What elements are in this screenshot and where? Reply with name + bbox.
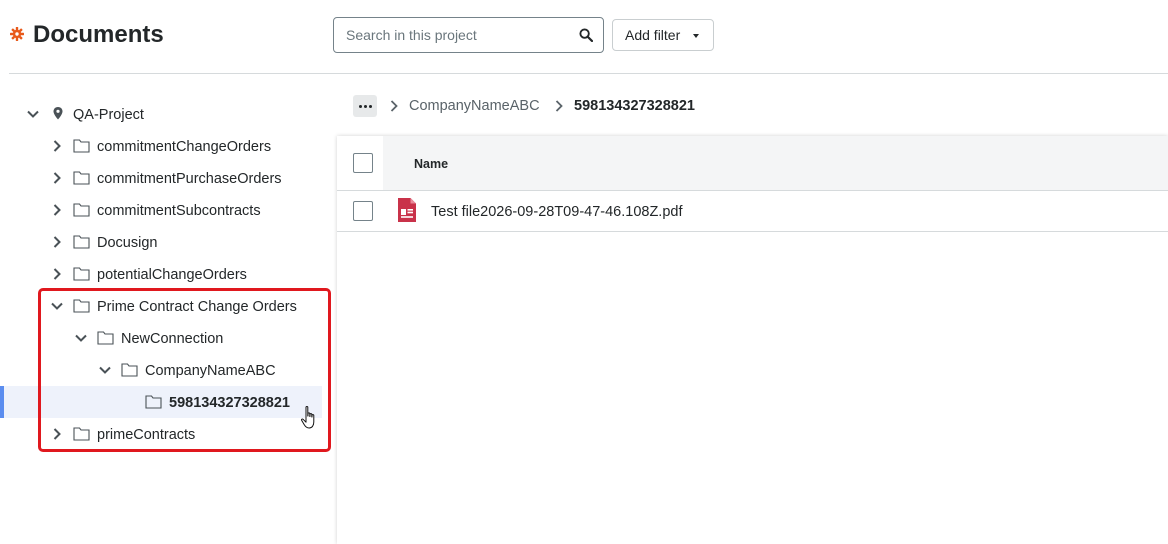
chevron-right-icon[interactable] [50,235,64,249]
tree-item-label: 598134327328821 [169,395,290,411]
hand-cursor-icon [300,405,315,429]
tree-item-commitment-subcontracts[interactable]: commitmentSubcontracts [0,194,322,226]
folder-icon [73,235,90,249]
chevron-right-icon[interactable] [50,171,64,185]
tree-item-label: Docusign [97,235,158,251]
search-icon[interactable] [579,28,593,42]
tree-item-label: commitmentChangeOrders [97,139,272,155]
column-header-name[interactable]: Name [414,156,448,172]
table-row[interactable]: Test file2026-09-28T09-47-46.108Z.pdf [337,191,1168,232]
tree-item-docusign[interactable]: Docusign [0,226,322,258]
chevron-right-icon[interactable] [50,267,64,281]
breadcrumb-current: 598134327328821 [574,98,695,114]
folder-icon [73,427,90,441]
breadcrumb-parent-link[interactable]: CompanyNameABC [409,97,540,115]
tree-item-label: primeContracts [97,427,196,443]
chevron-down-icon[interactable] [74,331,88,345]
chevron-right-icon[interactable] [50,203,64,217]
header-divider [9,73,1168,74]
folder-icon [73,203,90,217]
chevron-right-icon [390,100,398,112]
folder-icon [73,171,90,185]
select-all-checkbox[interactable] [353,153,373,173]
tree-item-company-name-abc[interactable]: CompanyNameABC [0,354,322,386]
chevron-down-icon[interactable] [98,363,112,377]
row-checkbox[interactable] [353,201,373,221]
tree-root-label: QA-Project [73,107,144,123]
folder-icon [97,331,114,345]
table-header: Name [337,136,1168,191]
selection-indicator [0,386,4,418]
tree-item-label: CompanyNameABC [145,363,276,379]
breadcrumb-more-button[interactable] [353,95,377,117]
tree-item-commitment-purchase-orders[interactable]: commitmentPurchaseOrders [0,162,322,194]
tree-item-label: potentialChangeOrders [97,267,247,283]
tree-item-label: NewConnection [121,331,224,347]
gear-logo-icon [10,27,24,41]
page-header: Documents Add filter [0,0,1168,72]
search-input[interactable] [346,18,571,52]
tree-item-598134327328821[interactable]: 598134327328821 [0,386,322,418]
pdf-file-icon [398,198,416,222]
tree-item-potential-change-orders[interactable]: potentialChangeOrders [0,258,322,290]
add-filter-button[interactable]: Add filter [612,19,714,51]
folder-icon [73,267,90,281]
folder-icon [73,139,90,153]
caret-down-icon [693,34,699,38]
folder-icon [73,299,90,313]
chevron-right-icon[interactable] [50,427,64,441]
tree-item-commitment-change-orders[interactable]: commitmentChangeOrders [0,130,322,162]
page-title: Documents [33,21,164,48]
add-filter-label: Add filter [625,27,681,43]
folder-icon [145,395,162,409]
tree-item-new-connection[interactable]: NewConnection [0,322,322,354]
tree-root-qa-project[interactable]: QA-Project [0,98,322,130]
file-name-link[interactable]: Test file2026-09-28T09-47-46.108Z.pdf [431,203,683,221]
ellipsis-icon-dot [364,105,367,108]
ellipsis-icon-dot [369,105,372,108]
header-name-cell[interactable] [383,136,1168,190]
documents-table: Name Test file2026-09-28T09-47-46.108Z.p… [337,136,1168,544]
tree-item-label: commitmentSubcontracts [97,203,261,219]
tree-item-prime-contracts[interactable]: primeContracts [0,418,322,450]
folder-icon [121,363,138,377]
ellipsis-icon-dot [359,105,362,108]
tree-item-label: commitmentPurchaseOrders [97,171,282,187]
chevron-down-icon[interactable] [50,299,64,313]
chevron-down-icon[interactable] [26,107,40,121]
location-pin-icon [53,107,63,120]
tree-item-label: Prime Contract Change Orders [97,299,297,315]
search-box[interactable] [333,17,604,53]
chevron-right-icon [555,100,563,112]
chevron-right-icon[interactable] [50,139,64,153]
tree-item-prime-contract-change-orders[interactable]: Prime Contract Change Orders [0,290,322,322]
